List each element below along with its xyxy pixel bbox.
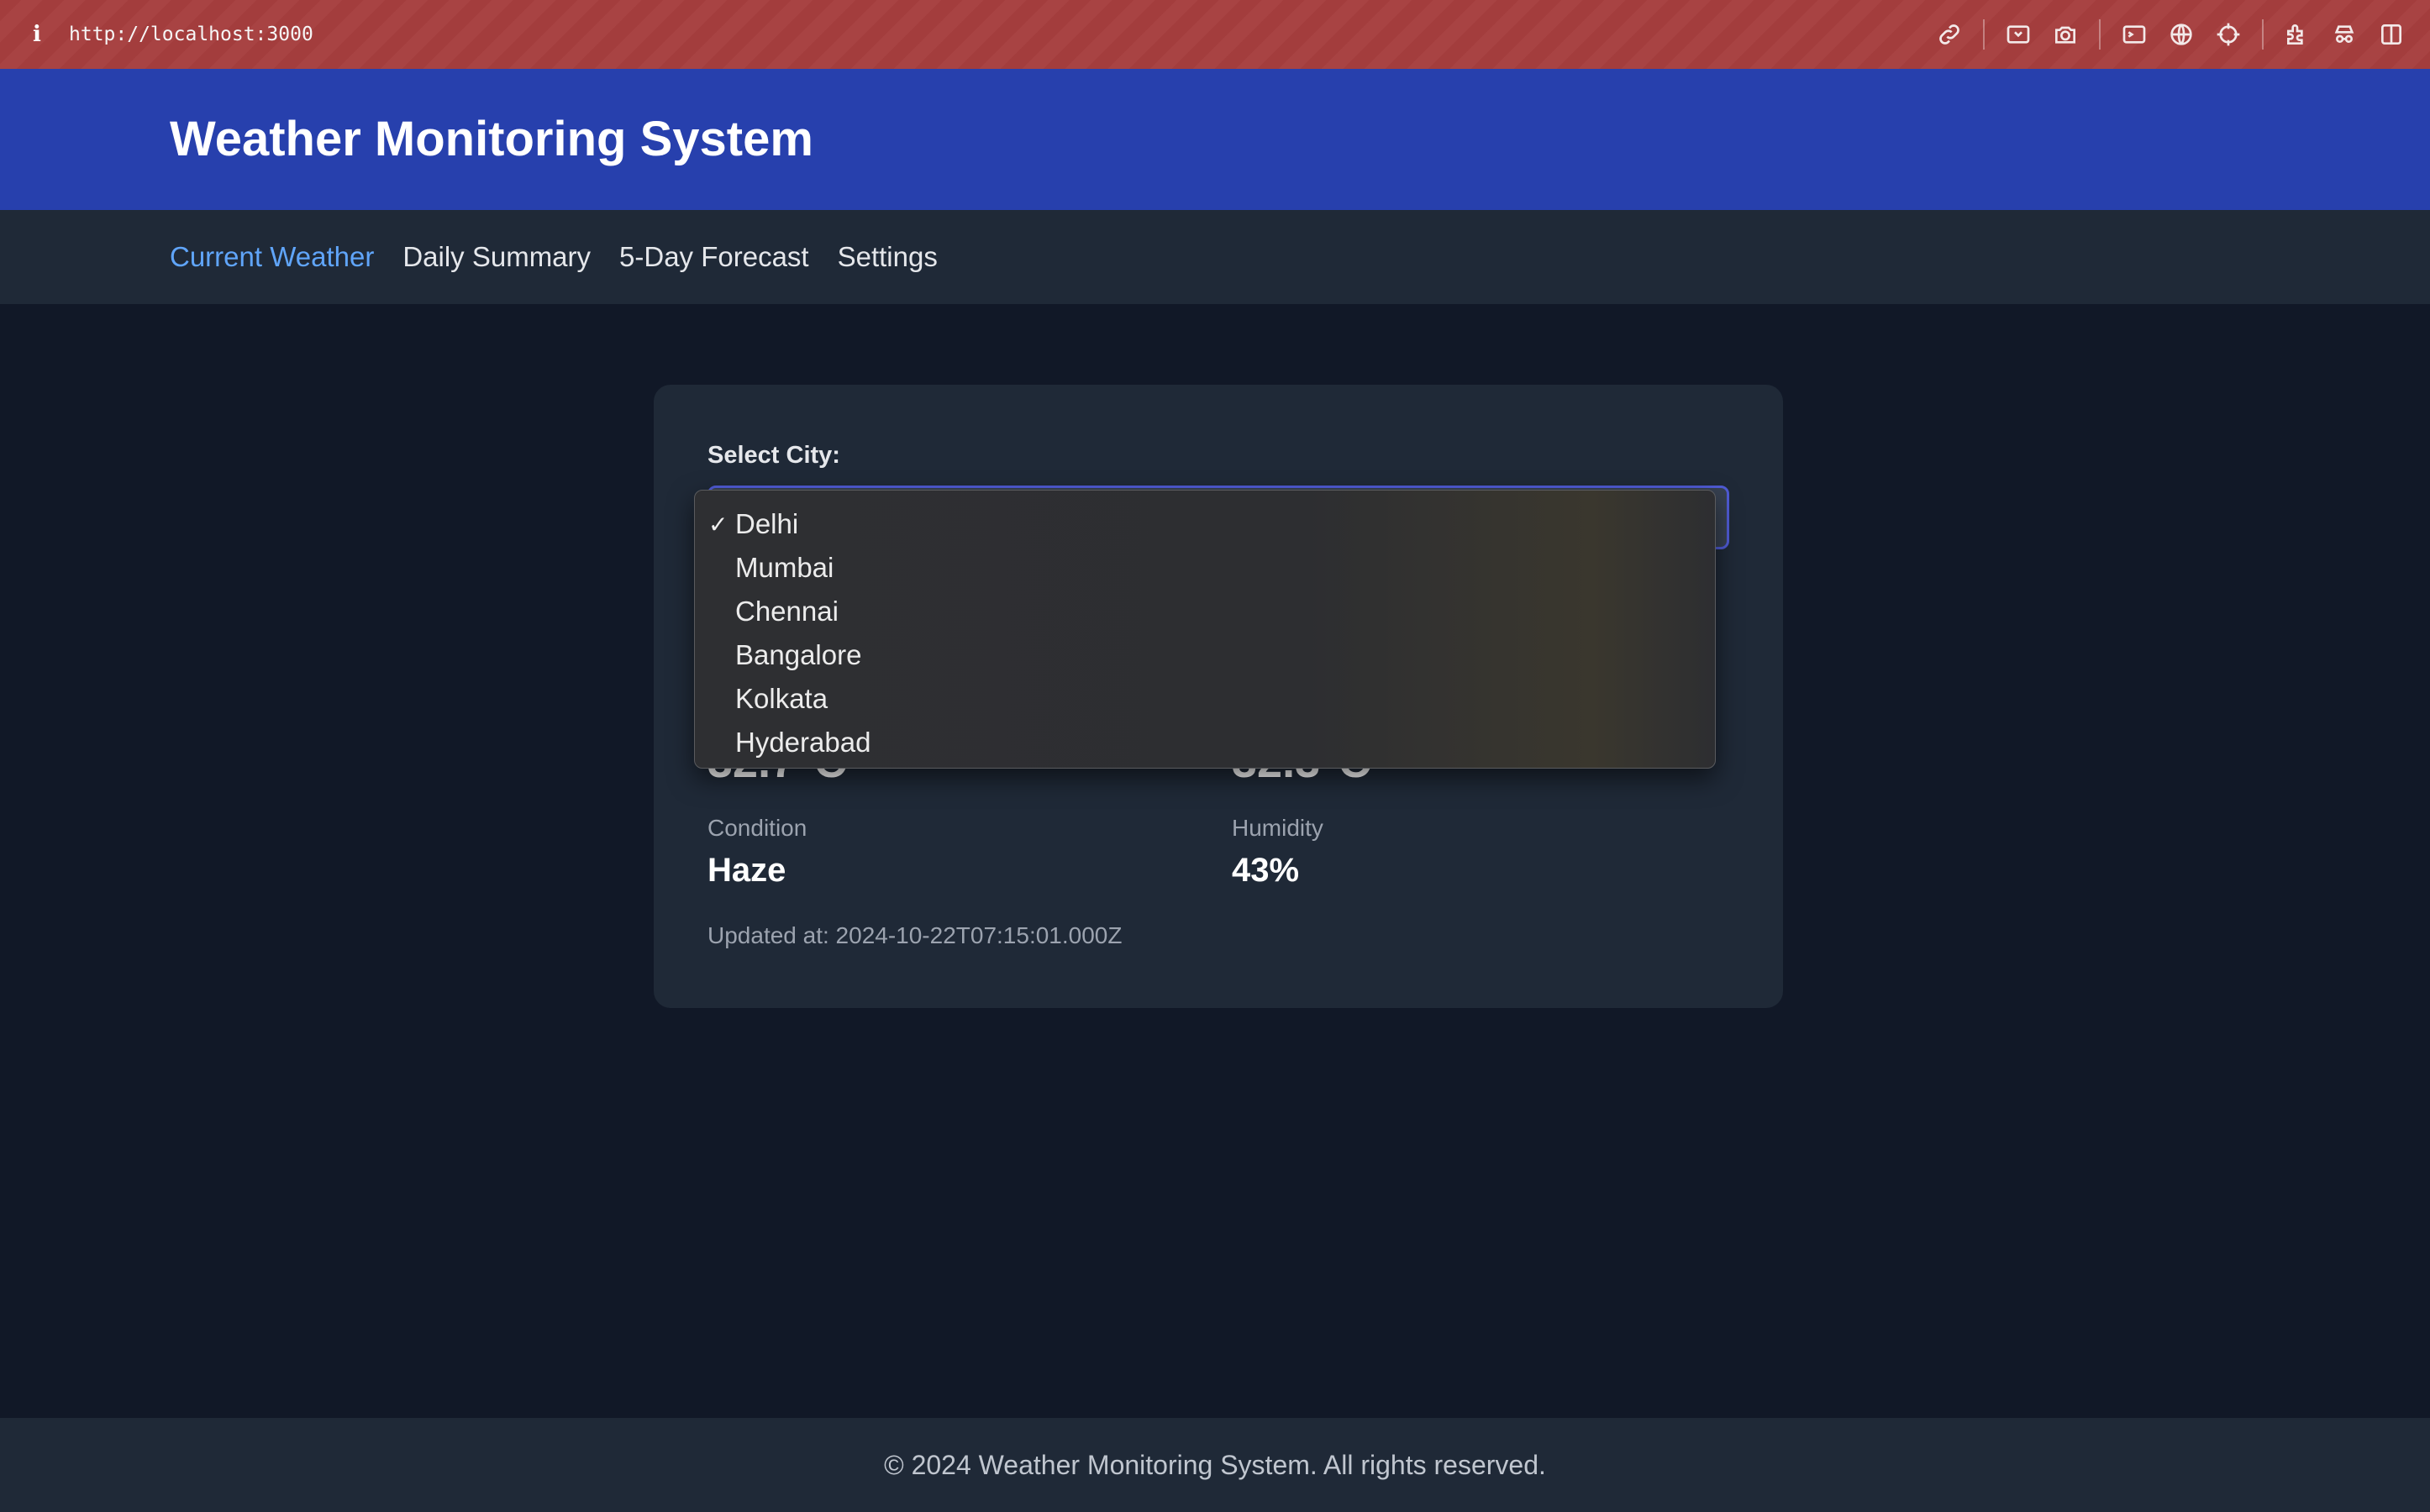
city-option-label: Kolkata xyxy=(735,683,828,714)
nav-settings[interactable]: Settings xyxy=(838,241,938,273)
nav-current-weather[interactable]: Current Weather xyxy=(170,241,374,273)
condition-value: Haze xyxy=(707,852,786,889)
updated-timestamp: Updated at: 2024-10-22T07:15:01.000Z xyxy=(707,922,1123,948)
browser-tools xyxy=(1926,0,2415,69)
address-bar-url[interactable]: http://localhost:3000 xyxy=(69,24,313,45)
screenshot-area-icon[interactable] xyxy=(1995,0,2042,69)
city-option-label: Hyderabad xyxy=(735,727,871,758)
app-title: Weather Monitoring System xyxy=(170,112,813,166)
terminal-icon[interactable] xyxy=(2111,0,2158,69)
sidebar-icon[interactable] xyxy=(2368,0,2415,69)
app-header: Weather Monitoring System xyxy=(0,69,2430,210)
link-icon[interactable] xyxy=(1926,0,1973,69)
nav-5-day-forecast[interactable]: 5-Day Forecast xyxy=(619,241,809,273)
incognito-icon[interactable] xyxy=(2321,0,2368,69)
toolbar-divider xyxy=(2262,19,2264,50)
main-nav: Current Weather Daily Summary 5-Day Fore… xyxy=(0,210,2430,304)
globe-icon[interactable] xyxy=(2158,0,2205,69)
condition-label: Condition xyxy=(707,815,807,841)
city-option-kolkata[interactable]: Kolkata xyxy=(695,677,1715,721)
city-dropdown-list: ✓ Delhi Mumbai Chennai Bangalore Kolkata… xyxy=(694,490,1716,769)
browser-toolbar: i http://localhost:3000 xyxy=(0,0,2430,69)
crosshair-icon[interactable] xyxy=(2205,0,2252,69)
humidity-value: 43% xyxy=(1232,852,1300,889)
city-option-label: Mumbai xyxy=(735,552,834,583)
city-option-delhi[interactable]: ✓ Delhi xyxy=(695,502,1715,546)
city-option-hyderabad[interactable]: Hyderabad xyxy=(695,721,1715,764)
city-option-bangalore[interactable]: Bangalore xyxy=(695,633,1715,677)
select-city-label: Select City: xyxy=(707,442,840,469)
city-option-label: Chennai xyxy=(735,596,839,627)
info-icon[interactable]: i xyxy=(20,22,54,47)
city-option-mumbai[interactable]: Mumbai xyxy=(695,546,1715,590)
footer: © 2024 Weather Monitoring System. All ri… xyxy=(0,1418,2430,1512)
extensions-icon[interactable] xyxy=(2274,0,2321,69)
city-option-chennai[interactable]: Chennai xyxy=(695,590,1715,633)
nav-daily-summary[interactable]: Daily Summary xyxy=(402,241,591,273)
footer-copyright: © 2024 Weather Monitoring System. All ri… xyxy=(884,1449,1546,1480)
checkmark-icon: ✓ xyxy=(708,510,728,538)
city-option-label: Bangalore xyxy=(735,639,862,670)
camera-icon[interactable] xyxy=(2042,0,2089,69)
toolbar-divider xyxy=(1983,19,1985,50)
humidity-label: Humidity xyxy=(1232,815,1323,841)
toolbar-divider xyxy=(2099,19,2101,50)
city-option-label: Delhi xyxy=(735,508,799,539)
